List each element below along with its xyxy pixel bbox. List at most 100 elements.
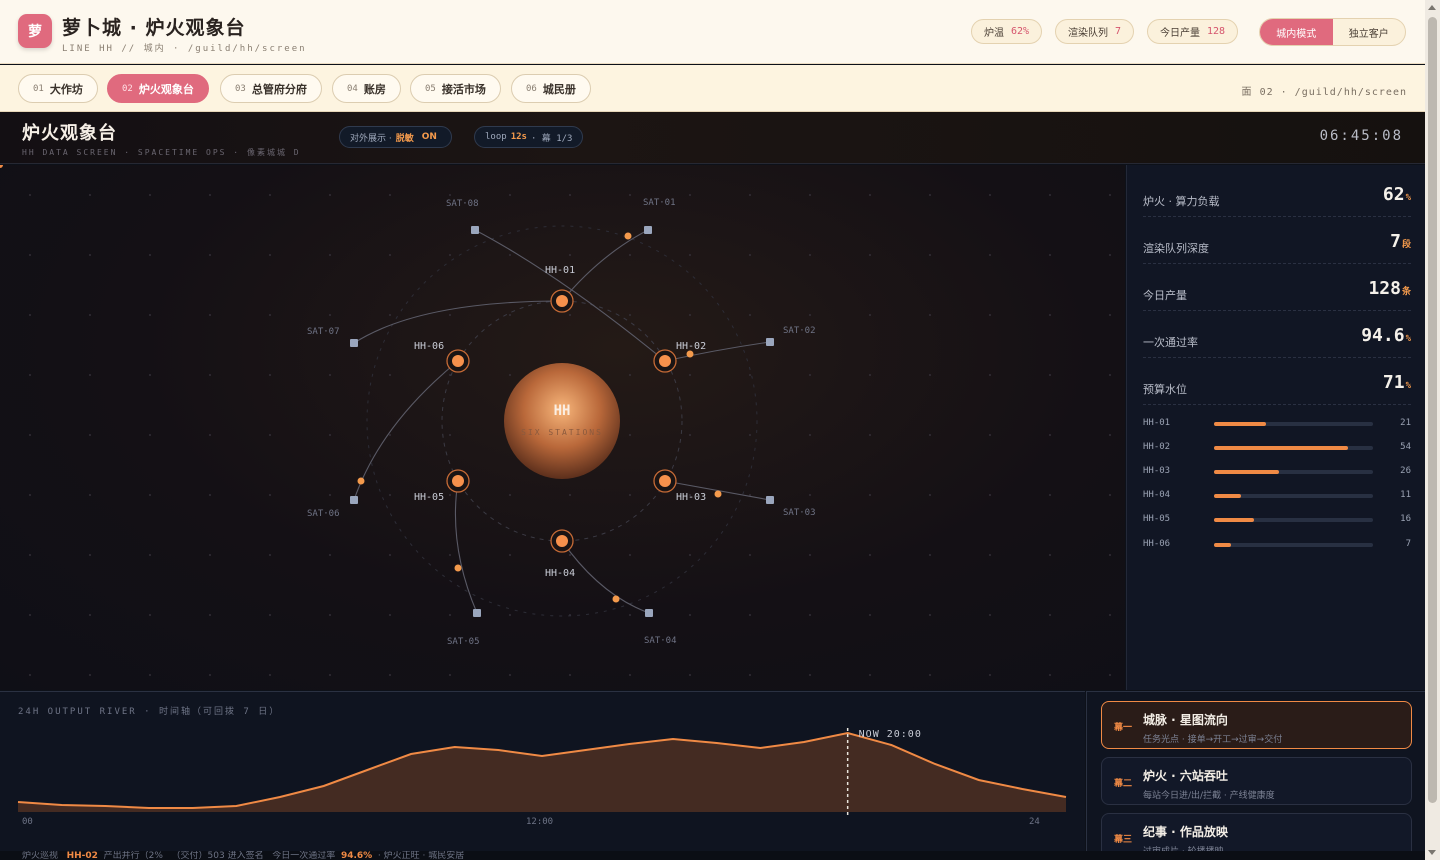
- station-load-row: HH-05 16: [1143, 513, 1411, 527]
- station-load-row: HH-06 7: [1143, 538, 1411, 552]
- chip-highlight: 12s: [510, 132, 527, 142]
- station-load-row: HH-02 54: [1143, 441, 1411, 455]
- station-load-label: HH-03: [1143, 466, 1171, 476]
- scroll-up-arrow-icon[interactable]: [1428, 5, 1436, 10]
- satellite-node[interactable]: [645, 609, 653, 617]
- satellite-node[interactable]: [766, 338, 774, 346]
- station-core: [452, 475, 464, 487]
- kpi-pass-rate: 一次通过率 94.6%: [1143, 311, 1411, 358]
- station-load-value: 54: [1400, 442, 1411, 452]
- satellite-node[interactable]: [350, 339, 358, 347]
- tab-label: 炉火观象台: [138, 82, 194, 96]
- station-load-value: 11: [1400, 490, 1411, 500]
- task-dot: [612, 595, 620, 603]
- act-card-throughput[interactable]: 幕二 炉火 · 六站吞吐 每站今日进/出/拦截 · 产线健康度: [1101, 757, 1412, 805]
- tab-branch-office[interactable]: 03 总管府分府: [220, 74, 322, 103]
- chip-prefix: 对外展示 ·: [350, 133, 392, 144]
- now-label: NOW 20:00: [859, 729, 922, 740]
- station-node-hh01[interactable]: [550, 289, 574, 313]
- hub-core[interactable]: [504, 363, 620, 479]
- satellite-node[interactable]: [644, 226, 652, 234]
- chip-suffix: ON: [421, 132, 437, 142]
- station-node-hh05[interactable]: [446, 469, 470, 493]
- act-number: 幕一: [1114, 723, 1133, 733]
- tab-workshop[interactable]: 01 大作坊: [18, 74, 98, 103]
- task-dot: [624, 232, 632, 240]
- page-scrollbar[interactable]: [1425, 0, 1440, 860]
- ticker-item: （交付）503 进入签名: [171, 851, 264, 860]
- tab-ledger[interactable]: 04 账房: [332, 74, 401, 103]
- app-title: 萝卜城 · 炉火观象台: [62, 17, 246, 39]
- kpi-value: 71: [1382, 372, 1405, 393]
- kpi-compute-load: 炉火 · 算力负载 62%: [1143, 170, 1411, 217]
- task-dot: [454, 564, 462, 572]
- satellite-label: SAT·03: [783, 508, 816, 518]
- act-title: 城脉 · 星图流向: [1143, 713, 1228, 727]
- station-node-hh02[interactable]: [653, 349, 677, 373]
- satellite-label: SAT·04: [644, 636, 677, 646]
- pill-value: 62%: [1011, 26, 1030, 37]
- station-load-fill: [1214, 494, 1242, 498]
- display-mode-chip[interactable]: 对外展示 · 脱敏 ON: [339, 126, 452, 148]
- tab-label: 城民册: [542, 82, 576, 96]
- kpi-value-wrap: 7段: [1390, 231, 1411, 252]
- station-label: HH-04: [545, 568, 575, 579]
- pill-daily-output[interactable]: 今日产量 128: [1147, 19, 1239, 44]
- loop-chip[interactable]: loop 12s · 幕 1/3: [474, 126, 584, 148]
- station-load-row: HH-01 21: [1143, 417, 1411, 431]
- tab-market[interactable]: 05 接活市场: [410, 74, 501, 103]
- app-logo[interactable]: 萝: [18, 14, 52, 48]
- station-load-value: 16: [1400, 514, 1411, 524]
- tab-observatory[interactable]: 02 炉火观象台: [107, 74, 209, 103]
- station-node-hh03[interactable]: [653, 469, 677, 493]
- station-load-fill: [1214, 470, 1279, 474]
- satellite-node[interactable]: [766, 496, 774, 504]
- tab-label: 账房: [363, 82, 386, 96]
- station-core: [659, 475, 671, 487]
- station-load-value: 21: [1400, 418, 1411, 428]
- satellite-label: SAT·01: [643, 198, 676, 208]
- satellite-node[interactable]: [350, 496, 358, 504]
- satellite-label: SAT·08: [446, 199, 479, 209]
- kpi-value-wrap: 128条: [1368, 278, 1411, 299]
- hub-sublabel: SIX STATIONS: [521, 428, 603, 437]
- station-label: HH-02: [676, 341, 706, 352]
- pill-render-queue[interactable]: 渲染队列 7: [1055, 19, 1135, 44]
- act-title: 纪事 · 作品放映: [1143, 825, 1228, 839]
- ticker-highlight: 94.6%: [340, 851, 373, 860]
- kpi-unit: 段: [1401, 240, 1411, 250]
- task-dot: [714, 490, 722, 498]
- station-node-hh04[interactable]: [550, 529, 574, 553]
- tab-number: 06: [526, 83, 537, 94]
- station-load-fill: [1214, 446, 1349, 450]
- satellite-label: SAT·07: [307, 327, 340, 337]
- screen-title: 炉火观象台: [22, 123, 117, 144]
- mode-city-button[interactable]: 城内模式: [1260, 19, 1333, 45]
- tab-number: 01: [33, 83, 44, 94]
- station-core: [556, 535, 568, 547]
- x-tick-label: 12:00: [526, 817, 553, 827]
- act-card-flow[interactable]: 幕一 城脉 · 星图流向 任务光点 · 接单→开工→过审→交付: [1101, 701, 1412, 749]
- pill-value: 7: [1115, 26, 1122, 37]
- pill-label: 炉温: [984, 28, 1004, 39]
- act-number: 幕二: [1114, 779, 1133, 789]
- station-label: HH-03: [676, 492, 706, 503]
- tab-citizens[interactable]: 06 城民册: [511, 74, 591, 103]
- station-load-label: HH-01: [1143, 418, 1171, 428]
- kpi-label: 炉火 · 算力负载: [1143, 195, 1220, 208]
- mode-client-button[interactable]: 独立客户: [1333, 19, 1406, 45]
- scroll-thumb[interactable]: [1428, 17, 1437, 803]
- nav-tabs: 01 大作坊 02 炉火观象台 03 总管府分府 04 账房 05 接活市场 06 城民册 …: [0, 65, 1425, 112]
- scroll-down-arrow-icon[interactable]: [1428, 850, 1436, 855]
- pill-furnace-temp[interactable]: 炉温 62%: [971, 19, 1043, 44]
- satellite-node[interactable]: [471, 226, 479, 234]
- pill-label: 渲染队列: [1068, 28, 1108, 39]
- kpi-unit: 条: [1401, 287, 1411, 297]
- screen-subtitle: HH DATA SCREEN · SPACETIME OPS · 像素城城 D: [22, 148, 301, 157]
- station-load-label: HH-02: [1143, 442, 1171, 452]
- tab-label: 接活市场: [441, 82, 486, 96]
- station-node-hh06[interactable]: [446, 349, 470, 373]
- kpi-label: 预算水位: [1143, 383, 1187, 396]
- act-cards: 幕一 城脉 · 星图流向 任务光点 · 接单→开工→过审→交付 幕二 炉火 · …: [1086, 691, 1425, 860]
- satellite-node[interactable]: [473, 609, 481, 617]
